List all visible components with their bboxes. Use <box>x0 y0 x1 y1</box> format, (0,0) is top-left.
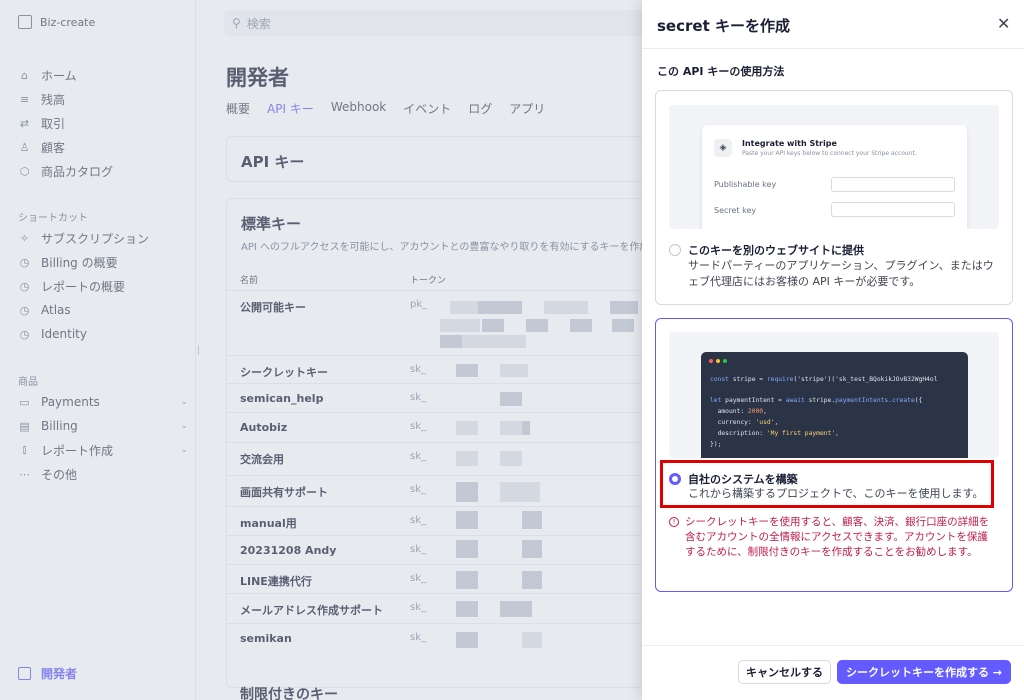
warning-icon: ! <box>669 517 679 527</box>
option-third-party-title: このキーを別のウェブサイトに提供 <box>688 244 864 257</box>
highlight-annotation <box>660 460 994 508</box>
divider <box>642 48 1024 49</box>
create-secret-key-button[interactable]: シークレットキーを作成する → <box>837 660 1011 684</box>
modal-backdrop[interactable] <box>0 0 642 700</box>
drawer-title: secret キーを作成 <box>657 17 790 35</box>
close-icon[interactable]: ✕ <box>997 14 1010 33</box>
option-third-party-description: サードパーティーのアプリケーション、プラグイン、またはウェブ代理店にはお客様の … <box>688 259 994 288</box>
stripe-logo-icon: ◈ <box>714 139 732 157</box>
publishable-key-field <box>831 177 955 192</box>
option-third-party[interactable]: ◈ Integrate with Stripe Paste your API k… <box>655 90 1013 305</box>
option-third-party-radio[interactable] <box>669 244 681 256</box>
create-secret-key-drawer: secret キーを作成 ✕ この API キーの使用方法 ◈ Integrat… <box>642 0 1024 700</box>
integration-preview: ◈ Integrate with Stripe Paste your API k… <box>669 105 999 229</box>
integration-preview-card: ◈ Integrate with Stripe Paste your API k… <box>702 125 967 229</box>
usage-question: この API キーの使用方法 <box>657 65 785 78</box>
code-snippet: const stripe = require('stripe')('sk_tes… <box>701 352 968 458</box>
window-dots-icon <box>709 359 727 363</box>
secret-key-warning: ! シークレットキーを使用すると、顧客、決済、銀行口座の詳細を含むアカウントの全… <box>669 515 995 560</box>
warning-text: シークレットキーを使用すると、顧客、決済、銀行口座の詳細を含むアカウントの全情報… <box>685 516 990 558</box>
cancel-button[interactable]: キャンセルする <box>738 660 831 684</box>
code-preview: const stripe = require('stripe')('sk_tes… <box>669 332 999 458</box>
drawer-footer-divider <box>642 645 1024 646</box>
secret-key-field <box>831 202 955 217</box>
